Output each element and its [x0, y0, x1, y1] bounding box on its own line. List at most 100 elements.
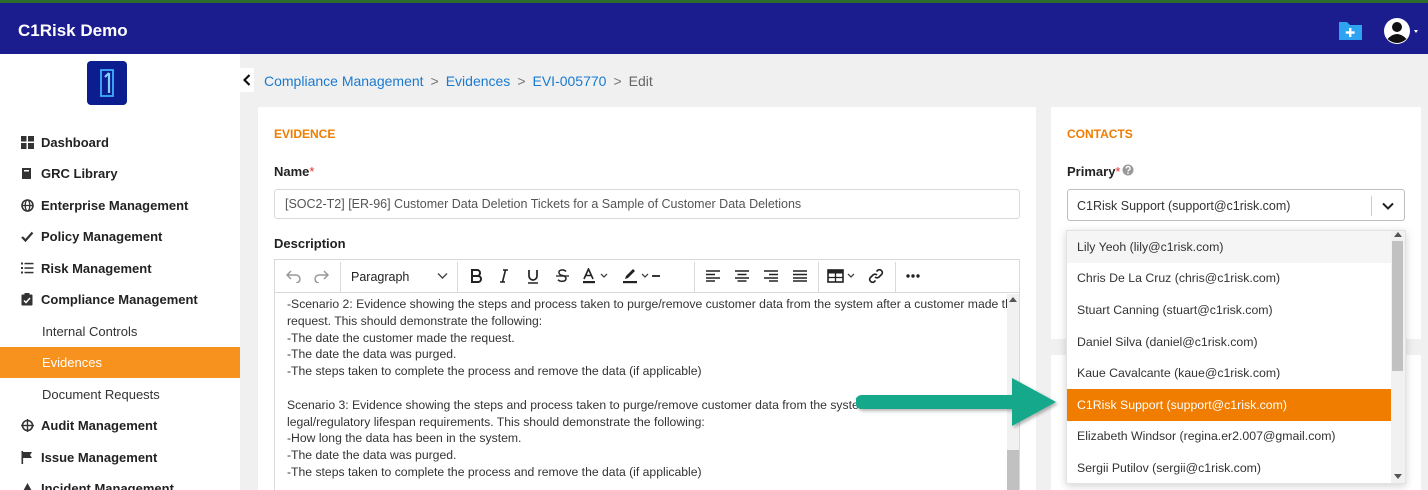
strikethrough-icon[interactable] [551, 264, 573, 288]
sidebar-item-dashboard[interactable]: Dashboard [0, 127, 240, 157]
breadcrumb-separator: > [517, 73, 526, 89]
question-circle-icon[interactable] [1122, 164, 1134, 176]
crosshair-icon [20, 418, 34, 432]
sidebar-item-label: Issue Management [41, 449, 158, 465]
flag-icon [20, 450, 34, 464]
sidebar-item-label: GRC Library [41, 165, 118, 181]
sidebar-item-label: Enterprise Management [41, 197, 189, 213]
redo-icon[interactable] [310, 264, 332, 288]
editor-scroll-thumb[interactable] [1007, 450, 1019, 490]
primary-contact-dropdown: Lily Yeoh (lily@c1risk.com) Chris De La … [1066, 230, 1406, 484]
font-color-icon[interactable] [581, 264, 613, 288]
sidebar-collapse-button[interactable] [240, 68, 254, 92]
content-line: -The date the data was purged. [287, 347, 457, 362]
paragraph-format-select[interactable]: Paragraph [351, 264, 461, 289]
content-line: -How long the data has been in the syste… [287, 431, 522, 446]
primary-contact-select[interactable]: C1Risk Support (support@c1risk.com) [1067, 189, 1405, 221]
dropdown-option[interactable]: Sergii Putilov (sergii@c1risk.com) [1067, 452, 1391, 483]
top-bar: C1Risk Demo [0, 0, 1428, 54]
breadcrumb-compliance-management[interactable]: Compliance Management [264, 73, 424, 89]
sidebar-item-label: Compliance Management [41, 291, 198, 307]
breadcrumb-separator: > [613, 73, 622, 89]
toolbar-separator [694, 262, 695, 292]
sidebar-item-label: Risk Management [41, 260, 152, 276]
contacts-section-title: CONTACTS [1067, 127, 1133, 141]
breadcrumb-evidence-id[interactable]: EVI-005770 [533, 73, 607, 89]
align-justify-icon[interactable] [789, 264, 811, 288]
description-label: Description [274, 236, 346, 251]
more-options-icon[interactable] [902, 264, 924, 288]
breadcrumb-current: Edit [628, 73, 653, 89]
globe-icon [20, 198, 34, 212]
sidebar-item-internal-controls[interactable]: Internal Controls [0, 316, 240, 347]
sidebar-item-document-requests[interactable]: Document Requests [0, 379, 240, 410]
link-icon[interactable] [865, 264, 887, 288]
alert-icon [20, 481, 34, 490]
breadcrumb: Compliance Management > Evidences > EVI-0057… [264, 73, 653, 89]
sidebar-item-label: Policy Management [41, 228, 163, 244]
scroll-up-arrow-icon[interactable] [1394, 232, 1402, 238]
required-mark: * [309, 164, 315, 179]
dropdown-option[interactable]: Chris De La Cruz (chris@c1risk.com) [1067, 263, 1391, 295]
content-line: request. This should demonstrate the fol… [287, 313, 543, 328]
sidebar-item-grc-library[interactable]: GRC Library [0, 158, 240, 188]
dropdown-option[interactable]: Lily Yeoh (lily@c1risk.com) [1067, 231, 1391, 263]
clipboard-check-icon [20, 292, 34, 306]
sidebar-item-label: Audit Management [41, 417, 158, 433]
align-center-icon[interactable] [731, 264, 753, 288]
toolbar-separator [457, 262, 458, 292]
insert-table-icon[interactable] [826, 264, 860, 288]
name-label: Name* [274, 164, 315, 179]
sidebar-item-issue-management[interactable]: Issue Management [0, 442, 240, 472]
sidebar-item-incident-management[interactable]: Incident Management [0, 473, 240, 490]
dropdown-option-selected[interactable]: C1Risk Support (support@c1risk.com) [1067, 389, 1391, 421]
breadcrumb-evidences[interactable]: Evidences [446, 73, 511, 89]
primary-contact-value: C1Risk Support (support@c1risk.com) [1077, 199, 1291, 213]
sidebar-item-risk-management[interactable]: Risk Management [0, 253, 240, 283]
scroll-down-arrow-icon[interactable] [1394, 474, 1402, 480]
dropdown-option[interactable]: Kaue Cavalcante (kaue@c1risk.com) [1067, 357, 1391, 389]
sidebar-item-label: Internal Controls [42, 324, 138, 339]
grid-icon [20, 135, 34, 149]
align-right-icon[interactable] [760, 264, 782, 288]
dropdown-option[interactable]: Stuart Canning (stuart@c1risk.com) [1067, 294, 1391, 326]
list-icon [20, 261, 34, 275]
chevron-down-icon [437, 273, 448, 279]
toolbar-separator [818, 262, 819, 292]
toolbar-separator [340, 262, 341, 292]
align-left-icon[interactable] [702, 264, 724, 288]
dropdown-option[interactable]: Elizabeth Windsor (regina.er2.007@gmail.… [1067, 421, 1391, 453]
sidebar-item-evidences[interactable]: Evidences [0, 347, 240, 378]
dropdown-option[interactable]: Daniel Silva (daniel@c1risk.com) [1067, 326, 1391, 358]
scroll-up-arrow-icon[interactable] [1009, 297, 1017, 303]
editor-toolbar: Paragraph [275, 260, 1019, 293]
c1risk-logo[interactable] [87, 61, 127, 105]
toolbar-separator [895, 262, 896, 292]
sidebar-item-compliance-management[interactable]: Compliance Management [0, 284, 240, 314]
folder-plus-icon[interactable] [1338, 19, 1363, 41]
app-title[interactable]: C1Risk Demo [18, 21, 128, 41]
name-input[interactable]: [SOC2-T2] [ER-96] Customer Data Deletion… [274, 189, 1020, 219]
sidebar-item-policy-management[interactable]: Policy Management [0, 221, 240, 251]
highlight-color-icon[interactable] [621, 264, 661, 288]
breadcrumb-separator: > [430, 73, 439, 89]
sidebar-item-label: Document Requests [42, 387, 160, 402]
sidebar-item-enterprise-management[interactable]: Enterprise Management [0, 190, 240, 220]
sidebar-item-audit-management[interactable]: Audit Management [0, 410, 240, 440]
content-line: -The date the data was purged. [287, 448, 457, 463]
sidebar: Dashboard GRC Library Enterprise Managem… [0, 54, 240, 490]
undo-icon[interactable] [283, 264, 305, 288]
dropdown-scroll-thumb[interactable] [1392, 241, 1403, 371]
required-mark: * [1115, 164, 1121, 179]
sidebar-item-label: Evidences [42, 355, 102, 370]
paragraph-format-value: Paragraph [351, 269, 410, 284]
chevron-down-icon[interactable] [1380, 198, 1396, 214]
annotation-arrow-icon [856, 378, 1056, 426]
bold-icon[interactable] [465, 264, 487, 288]
check-icon [20, 229, 34, 243]
italic-icon[interactable] [493, 264, 515, 288]
select-divider [1371, 196, 1372, 216]
user-avatar-icon[interactable] [1382, 17, 1420, 45]
underline-icon[interactable] [522, 264, 544, 288]
dropdown-scrollbar[interactable] [1391, 231, 1405, 483]
